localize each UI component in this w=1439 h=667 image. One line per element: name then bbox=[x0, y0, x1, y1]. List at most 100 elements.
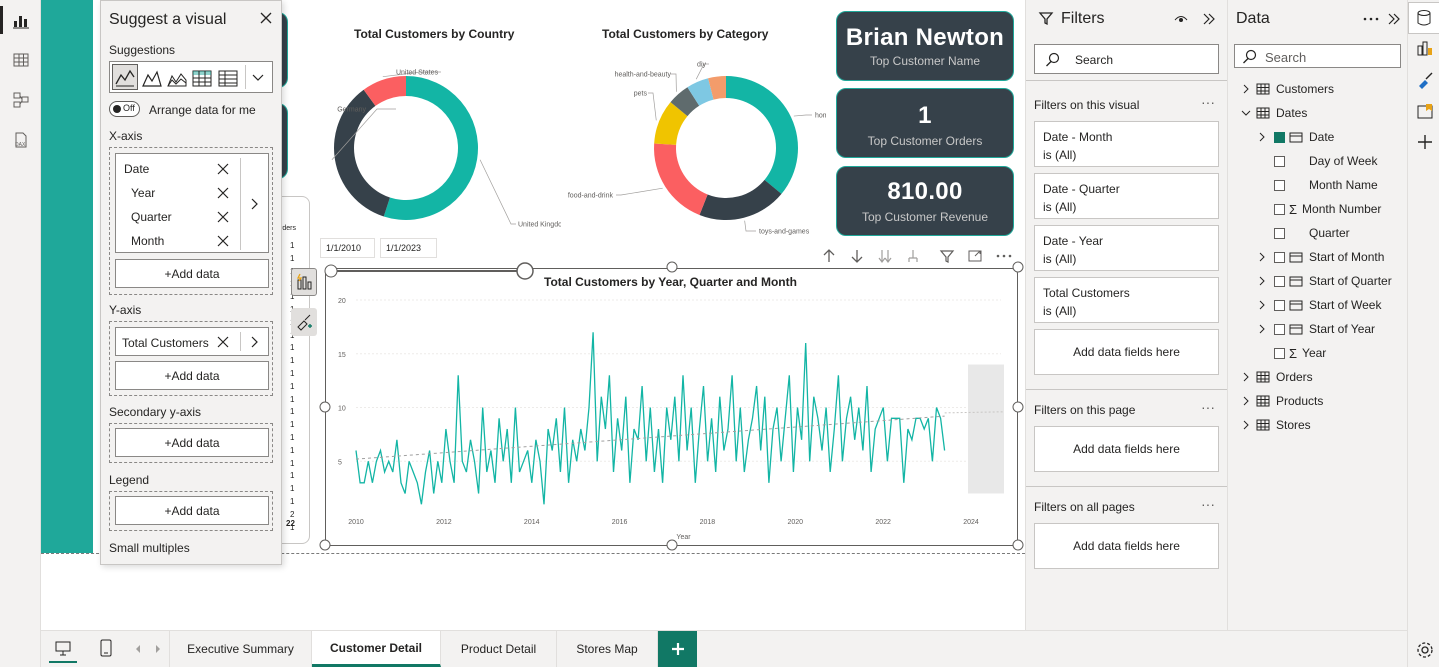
y-axis-add-data-button[interactable]: +Add data bbox=[115, 361, 269, 390]
category-donut-chart[interactable]: homeware toys-and-games food-and-drink pets… bbox=[536, 48, 826, 248]
tab-product-detail[interactable]: Product Detail bbox=[441, 631, 557, 667]
filter-card-quarter[interactable]: Date - Quarter is (All) bbox=[1034, 173, 1219, 219]
bookmarks-icon[interactable] bbox=[1415, 102, 1435, 122]
visualizations-icon[interactable] bbox=[1415, 38, 1435, 58]
table-dates[interactable]: Dates bbox=[1240, 101, 1307, 125]
field-date[interactable]: Date bbox=[1256, 125, 1334, 149]
legend-add-data-button[interactable]: +Add data bbox=[115, 496, 269, 525]
filters-pane: Filters Search Filters on this visual ··… bbox=[1025, 0, 1228, 630]
tab-stores-map[interactable]: Stores Map bbox=[557, 631, 658, 667]
remove-month-icon[interactable] bbox=[216, 234, 230, 248]
filter-card-month[interactable]: Date - Month is (All) bbox=[1034, 121, 1219, 167]
secondary-add-data-button[interactable]: +Add data bbox=[115, 428, 269, 457]
x-axis-hierarchy-field[interactable]: Date Year Quarter Month bbox=[115, 153, 269, 253]
tab-executive-summary[interactable]: Executive Summary bbox=[169, 631, 312, 667]
field-start-of-month[interactable]: Start of Month bbox=[1256, 245, 1384, 269]
eye-icon[interactable] bbox=[1173, 11, 1189, 27]
arrange-toggle[interactable]: Off bbox=[109, 101, 140, 117]
date-end-input[interactable]: 1/1/2023 bbox=[380, 238, 437, 258]
table-orders[interactable]: Orders bbox=[1240, 365, 1313, 389]
top-customer-orders-card[interactable]: 1 Top Customer Orders bbox=[836, 88, 1014, 158]
more-options-icon[interactable] bbox=[1362, 11, 1380, 27]
slice-label: food-and-drink bbox=[568, 193, 614, 200]
donut-slice[interactable] bbox=[383, 76, 478, 220]
format-visual-button[interactable] bbox=[291, 308, 317, 336]
settings-gear-icon[interactable] bbox=[1415, 640, 1435, 660]
table-cell: 1 bbox=[290, 241, 295, 250]
line-chart-icon bbox=[115, 69, 135, 87]
divider bbox=[1026, 80, 1228, 81]
report-view-button[interactable] bbox=[0, 0, 41, 40]
field-day-of-week[interactable]: Day of Week bbox=[1256, 149, 1377, 173]
remove-date-icon[interactable] bbox=[216, 162, 230, 176]
slice-label: Germany bbox=[337, 107, 366, 114]
table-view-button[interactable] bbox=[0, 40, 41, 80]
y-axis-field[interactable]: Total Customers bbox=[115, 327, 269, 356]
field-quarter[interactable]: Quarter bbox=[1256, 221, 1350, 245]
matrix-icon[interactable] bbox=[190, 66, 214, 90]
donut-slice[interactable] bbox=[654, 143, 708, 215]
table-customers[interactable]: Customers bbox=[1240, 77, 1334, 101]
visual-suggestions-button[interactable] bbox=[291, 268, 317, 296]
field-month-name[interactable]: Month Name bbox=[1256, 173, 1378, 197]
field-start-of-quarter[interactable]: Start of Quarter bbox=[1256, 269, 1392, 293]
top-customer-revenue-card[interactable]: 810.00 Top Customer Revenue bbox=[836, 166, 1014, 236]
remove-y-field-icon[interactable] bbox=[216, 335, 230, 349]
suggestion-line-chart[interactable] bbox=[112, 64, 138, 90]
slice-label: diy bbox=[697, 62, 706, 69]
data-search-input[interactable]: Search bbox=[1234, 44, 1401, 68]
chevron-right-icon[interactable] bbox=[247, 335, 261, 349]
collapse-pane-icon[interactable] bbox=[1201, 11, 1217, 27]
field-year[interactable]: Σ Year bbox=[1256, 341, 1326, 365]
more-options-icon[interactable]: ··· bbox=[1201, 399, 1215, 415]
collapse-pane-icon[interactable] bbox=[1386, 11, 1402, 27]
table-cell: 1 bbox=[290, 381, 295, 391]
divider bbox=[1026, 486, 1228, 487]
dax-query-button[interactable]: DAX bbox=[0, 120, 41, 160]
selection-handles[interactable] bbox=[319, 260, 1025, 555]
add-page-button[interactable] bbox=[658, 631, 697, 667]
leader-line bbox=[616, 187, 663, 196]
add-pane-icon[interactable] bbox=[1415, 132, 1435, 152]
table-products[interactable]: Products bbox=[1240, 389, 1323, 413]
y-axis-label: Y-axis bbox=[109, 303, 142, 317]
mobile-layout-icon[interactable] bbox=[99, 638, 113, 658]
filter-card-year[interactable]: Date - Year is (All) bbox=[1034, 225, 1219, 271]
country-donut-chart[interactable]: United KingdomGermanyUnited States bbox=[311, 48, 561, 238]
data-pane-button[interactable] bbox=[1408, 2, 1439, 34]
remove-year-icon[interactable] bbox=[216, 186, 230, 200]
desktop-layout-button[interactable] bbox=[49, 635, 77, 663]
close-icon[interactable] bbox=[259, 11, 273, 25]
x-axis-add-data-button[interactable]: +Add data bbox=[115, 259, 269, 288]
table-visual-icon[interactable] bbox=[216, 66, 240, 90]
format-brush-icon[interactable] bbox=[1415, 70, 1435, 90]
slice-label: United States bbox=[396, 70, 439, 77]
stacked-area-icon[interactable] bbox=[165, 66, 189, 90]
field-start-of-week[interactable]: Start of Week bbox=[1256, 293, 1381, 317]
page-filter-drop-zone[interactable]: Add data fields here bbox=[1034, 426, 1219, 472]
chevron-down-icon[interactable] bbox=[250, 70, 266, 86]
field-start-of-year[interactable]: Start of Year bbox=[1256, 317, 1375, 341]
area-chart-icon[interactable] bbox=[140, 66, 164, 90]
more-options-icon[interactable]: ··· bbox=[1201, 496, 1215, 512]
top-customer-name-card[interactable]: Brian Newton Top Customer Name bbox=[836, 11, 1014, 81]
tab-customer-detail[interactable]: Customer Detail bbox=[312, 631, 441, 667]
table-stores[interactable]: Stores bbox=[1240, 413, 1311, 437]
chevron-right-icon[interactable] bbox=[153, 643, 163, 655]
donut-slice[interactable] bbox=[699, 179, 782, 221]
filter-card-total-customers[interactable]: Total Customers is (All) bbox=[1034, 277, 1219, 323]
secondary-axis-well: +Add data bbox=[109, 423, 273, 463]
chevron-right-icon[interactable] bbox=[247, 197, 261, 211]
remove-quarter-icon[interactable] bbox=[216, 210, 230, 224]
more-options-icon[interactable]: ··· bbox=[1201, 94, 1215, 110]
filter-value: is (All) bbox=[1043, 304, 1077, 318]
donut-slice[interactable] bbox=[726, 76, 798, 194]
visual-filter-drop-zone[interactable]: Add data fields here bbox=[1034, 329, 1219, 375]
all-pages-filter-drop-zone[interactable]: Add data fields here bbox=[1034, 523, 1219, 569]
field-month-number[interactable]: Σ Month Number bbox=[1256, 197, 1381, 221]
date-start-input[interactable]: 1/1/2010 bbox=[320, 238, 375, 258]
filters-search-input[interactable]: Search bbox=[1034, 44, 1219, 74]
model-view-button[interactable] bbox=[0, 80, 41, 120]
table-cell: 1 bbox=[290, 394, 295, 404]
chevron-left-icon[interactable] bbox=[133, 643, 143, 655]
